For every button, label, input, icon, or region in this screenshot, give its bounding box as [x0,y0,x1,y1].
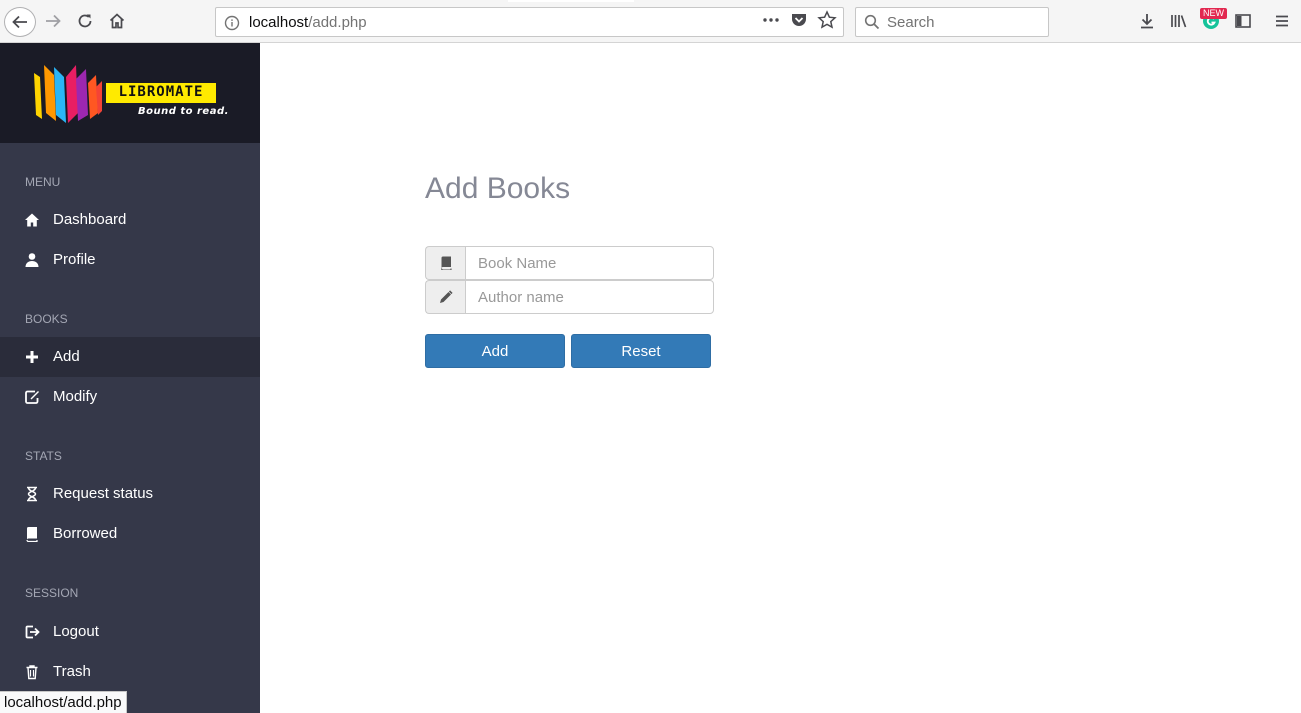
arrow-left-icon [12,15,27,29]
sidebar: LIBROMATE Bound to read. MENU Dashboard … [0,43,260,713]
new-badge: NEW [1200,8,1227,19]
book-name-input[interactable] [465,246,714,280]
author-name-input[interactable] [465,280,714,314]
sidebar-toggle-button[interactable] [1228,6,1258,36]
back-button[interactable] [4,7,36,37]
search-icon [864,14,880,35]
home-icon [24,212,40,228]
sidebar-item-label: Modify [53,388,98,405]
author-name-addon [425,280,465,314]
menu-button[interactable] [1267,6,1297,36]
active-tab-indicator [508,0,634,2]
add-button[interactable]: Add [425,334,565,368]
edit-icon [24,389,40,405]
forward-button[interactable] [38,6,68,36]
pocket-icon[interactable] [789,10,809,35]
home-button[interactable] [102,6,132,36]
sidebar-item-label: Profile [53,251,96,268]
url-text[interactable]: localhost/add.php [249,14,367,31]
status-bar-url: localhost/add.php [0,691,127,713]
downloads-button[interactable] [1132,6,1162,36]
search-bar[interactable]: Search [855,7,1049,37]
book-name-group [425,246,714,280]
sidebar-item-add[interactable]: Add [0,337,260,377]
section-title-session: SESSION [25,586,79,600]
section-title-menu: MENU [25,175,61,189]
download-icon [1141,14,1153,29]
sidebar-item-label: Trash [53,663,91,680]
logo-text: LIBROMATE [118,84,204,100]
libromate-logo-icon [34,65,102,123]
info-icon[interactable] [224,15,240,36]
hourglass-icon [24,486,40,502]
url-path: /add.php [308,14,367,31]
book-icon [24,526,40,542]
more-actions-icon[interactable] [761,10,781,35]
sidebar-item-modify[interactable]: Modify [0,377,260,417]
logout-icon [24,624,40,640]
sidebar-item-label: Request status [53,485,154,502]
logo-tagline: Bound to read. [138,106,229,117]
arrow-right-icon [46,14,61,28]
browser-toolbar: localhost/add.php Search NEW [0,0,1301,43]
search-placeholder: Search [887,14,935,31]
url-host: localhost [249,14,309,31]
url-actions [761,9,837,35]
sidebar-item-label: Logout [53,623,99,640]
sidebar-item-trash[interactable]: Trash [0,652,260,692]
section-title-stats: STATS [25,449,62,463]
pencil-icon [439,290,453,303]
book-name-addon [425,246,465,280]
sidebar-item-borrowed[interactable]: Borrowed [0,514,260,554]
sidebar-item-logout[interactable]: Logout [0,612,260,652]
page-title: Add Books [425,172,571,205]
sidebar-item-label: Add [53,348,80,365]
reload-icon [78,14,92,28]
section-title-books: BOOKS [25,312,68,326]
trash-icon [24,664,40,680]
plus-icon [24,349,40,365]
author-name-group [425,280,714,314]
user-icon [24,252,40,268]
book-icon [440,256,452,270]
sidebar-panel-icon [1235,14,1251,28]
reload-button[interactable] [70,6,100,36]
logo-area[interactable]: LIBROMATE Bound to read. [0,43,260,143]
sidebar-item-profile[interactable]: Profile [0,240,260,280]
url-bar[interactable]: localhost/add.php [215,7,844,37]
sidebar-item-label: Dashboard [53,211,127,228]
logo-wordmark: LIBROMATE [106,83,216,103]
bookmark-star-icon[interactable] [817,9,837,35]
library-button[interactable] [1164,6,1194,36]
reset-button[interactable]: Reset [571,334,711,368]
sidebar-item-dashboard[interactable]: Dashboard [0,200,260,240]
home-outline-icon [109,13,125,29]
hamburger-icon [1276,15,1288,27]
sidebar-item-label: Borrowed [53,525,118,542]
sidebar-item-request-status[interactable]: Request status [0,474,260,514]
library-icon [1171,15,1187,28]
